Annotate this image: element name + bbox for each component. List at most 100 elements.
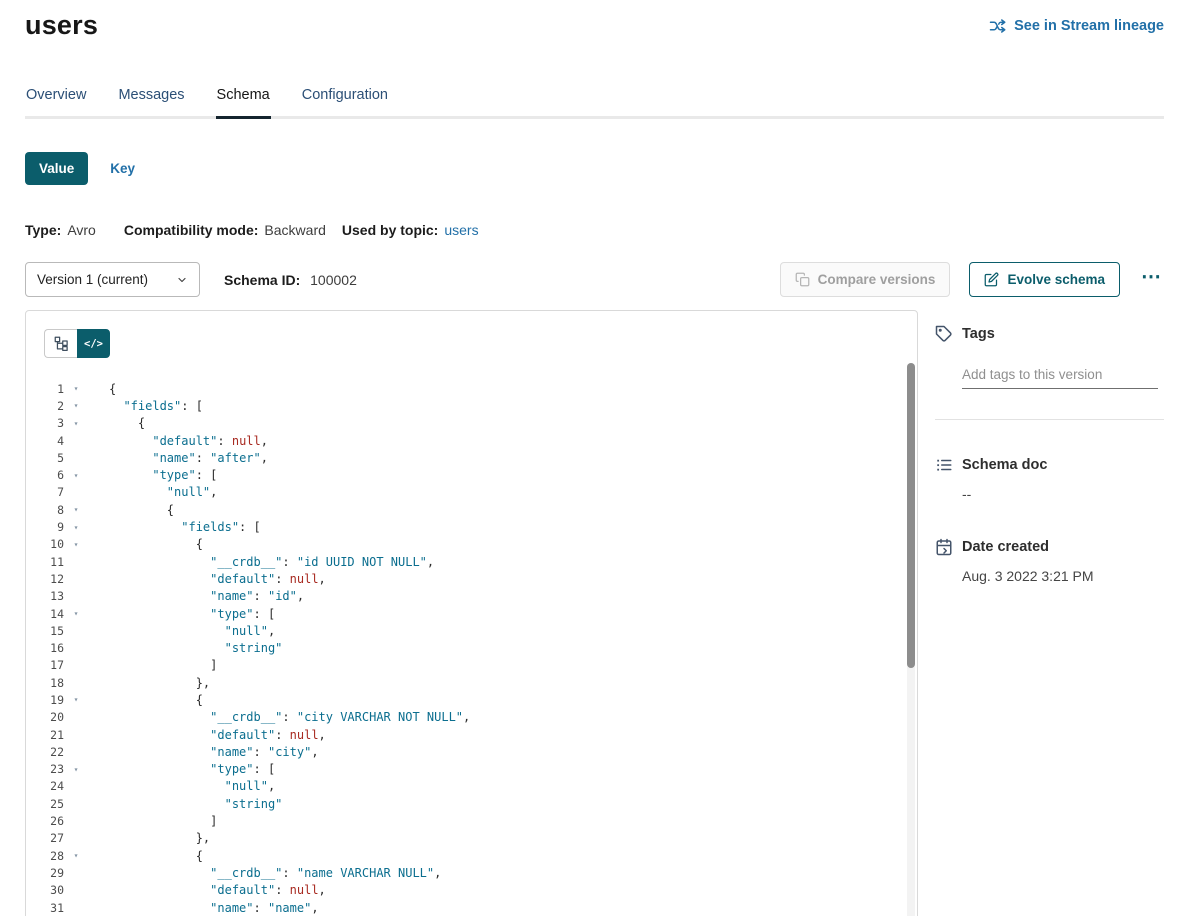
line-number: 11 bbox=[44, 555, 64, 569]
line-number: 4 bbox=[44, 434, 64, 448]
code-line: 2 ▾ "fields": [ bbox=[44, 397, 917, 414]
fold-arrow-icon[interactable]: ▾ bbox=[68, 523, 84, 532]
line-number: 26 bbox=[44, 814, 64, 828]
code-line: 17 ] bbox=[44, 657, 917, 674]
fold-arrow-icon[interactable]: ▾ bbox=[68, 419, 84, 428]
code-text: { bbox=[109, 849, 203, 863]
line-number: 20 bbox=[44, 710, 64, 724]
code-line: 27 }, bbox=[44, 830, 917, 847]
code-line: 10▾ { bbox=[44, 536, 917, 553]
code-text: ] bbox=[109, 658, 217, 672]
compare-versions-label: Compare versions bbox=[818, 272, 936, 287]
line-number: 24 bbox=[44, 779, 64, 793]
code-text: "default": null, bbox=[109, 572, 326, 586]
tab-messages[interactable]: Messages bbox=[117, 81, 185, 119]
evolve-schema-label: Evolve schema bbox=[1007, 272, 1105, 287]
fold-arrow-icon[interactable]: ▾ bbox=[68, 401, 84, 410]
tags-input[interactable] bbox=[962, 365, 1158, 389]
key-toggle-button[interactable]: Key bbox=[110, 161, 135, 176]
code-text: "string" bbox=[109, 797, 282, 811]
fold-arrow-icon[interactable]: ▾ bbox=[68, 384, 84, 393]
schema-meta-row: Type: Avro Compatibility mode: Backward … bbox=[25, 222, 1164, 238]
tab-schema[interactable]: Schema bbox=[216, 81, 271, 119]
code-line: 28▾ { bbox=[44, 847, 917, 864]
schema-sidebar: Tags Schema doc -- bbox=[918, 310, 1164, 916]
type-label: Type: bbox=[25, 222, 61, 238]
code-line: 15 "null", bbox=[44, 622, 917, 639]
line-number: 31 bbox=[44, 901, 64, 915]
editor-scrollbar[interactable] bbox=[907, 363, 915, 916]
fold-arrow-icon[interactable]: ▾ bbox=[68, 505, 84, 514]
evolve-schema-button[interactable]: Evolve schema bbox=[969, 262, 1120, 297]
line-number: 9 bbox=[44, 520, 64, 534]
code-text: "type": [ bbox=[109, 468, 217, 482]
tab-bar: Overview Messages Schema Configuration bbox=[25, 81, 1164, 119]
line-number: 8 bbox=[44, 503, 64, 517]
schema-main: </> 1▾{2▾ "fields": [3▾ {4 "default": nu… bbox=[25, 310, 1164, 916]
tree-view-button[interactable] bbox=[44, 329, 77, 358]
code-lines: 1▾{2▾ "fields": [3▾ {4 "default": null,5… bbox=[44, 380, 917, 916]
tree-view-icon bbox=[54, 336, 69, 351]
schema-id-value: 100002 bbox=[310, 272, 357, 288]
more-actions-button[interactable]: ⋯ bbox=[1139, 267, 1164, 293]
line-number: 16 bbox=[44, 641, 64, 655]
code-text: { bbox=[109, 503, 174, 517]
code-line: 4 "default": null, bbox=[44, 432, 917, 449]
fold-arrow-icon[interactable]: ▾ bbox=[68, 471, 84, 480]
schema-doc-title: Schema doc bbox=[962, 457, 1047, 473]
line-number: 15 bbox=[44, 624, 64, 638]
code-line: 7 "null", bbox=[44, 484, 917, 501]
code-text: { bbox=[109, 537, 203, 551]
code-text: "fields": [ bbox=[109, 399, 203, 413]
code-line: 19 ▾ { bbox=[44, 691, 917, 708]
code-text: "default": null, bbox=[109, 728, 326, 742]
version-select[interactable]: Version 1 (current) bbox=[25, 262, 200, 297]
schema-id-label: Schema ID: bbox=[224, 272, 300, 288]
line-number: 25 bbox=[44, 797, 64, 811]
code-line: 31 "name": "name", bbox=[44, 899, 917, 916]
line-number: 12 bbox=[44, 572, 64, 586]
line-number: 21 bbox=[44, 728, 64, 742]
fold-arrow-icon[interactable]: ▾ bbox=[68, 765, 84, 774]
code-text: { bbox=[109, 693, 203, 707]
line-number: 7 bbox=[44, 485, 64, 499]
code-line: 8 ▾ { bbox=[44, 501, 917, 518]
code-line: 13 "name": "id", bbox=[44, 588, 917, 605]
line-number: 18 bbox=[44, 676, 64, 690]
topic-link[interactable]: users bbox=[444, 222, 478, 238]
code-line: 24 "null", bbox=[44, 778, 917, 795]
fold-arrow-icon[interactable]: ▾ bbox=[68, 851, 84, 860]
tab-configuration[interactable]: Configuration bbox=[301, 81, 389, 119]
stream-lineage-icon bbox=[989, 17, 1007, 35]
code-text: "null", bbox=[109, 624, 275, 638]
code-view-button[interactable]: </> bbox=[77, 329, 110, 358]
code-view-icon: </> bbox=[84, 338, 103, 350]
schema-id: Schema ID: 100002 bbox=[224, 272, 357, 288]
compare-versions-button[interactable]: Compare versions bbox=[780, 262, 951, 297]
line-number: 1 bbox=[44, 382, 64, 396]
value-toggle-button[interactable]: Value bbox=[25, 152, 88, 185]
fold-arrow-icon[interactable]: ▾ bbox=[68, 609, 84, 618]
code-text: { bbox=[109, 382, 116, 396]
evolve-schema-icon bbox=[984, 272, 999, 287]
schema-doc-icon bbox=[935, 456, 953, 474]
code-line: 5 "name": "after", bbox=[44, 449, 917, 466]
compatibility-value: Backward bbox=[264, 222, 325, 238]
code-line: 9▾ "fields": [ bbox=[44, 518, 917, 535]
tags-title: Tags bbox=[962, 326, 995, 342]
fold-arrow-icon[interactable]: ▾ bbox=[68, 695, 84, 704]
code-line: 23▾ "type": [ bbox=[44, 761, 917, 778]
code-text: ] bbox=[109, 814, 217, 828]
date-created-icon bbox=[935, 538, 953, 556]
editor-scrollbar-thumb[interactable] bbox=[907, 363, 915, 668]
line-number: 14 bbox=[44, 607, 64, 621]
fold-arrow-icon[interactable]: ▾ bbox=[68, 540, 84, 549]
line-number: 19 bbox=[44, 693, 64, 707]
code-line: 12 "default": null, bbox=[44, 570, 917, 587]
tab-overview[interactable]: Overview bbox=[25, 81, 87, 119]
used-by-topic-label: Used by topic: bbox=[342, 222, 438, 238]
type-value: Avro bbox=[67, 222, 96, 238]
stream-lineage-link[interactable]: See in Stream lineage bbox=[989, 17, 1164, 35]
code-line: 1 ▾ { bbox=[44, 380, 917, 397]
line-number: 2 bbox=[44, 399, 64, 413]
